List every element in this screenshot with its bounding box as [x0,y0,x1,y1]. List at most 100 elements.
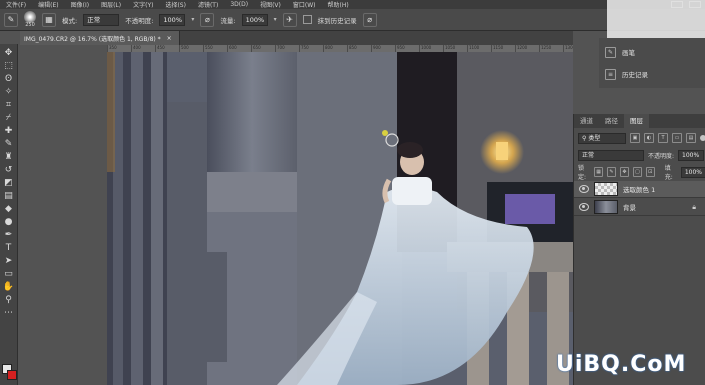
menu-image[interactable]: 图像(I) [65,0,95,9]
lock-image-icon[interactable]: ✎ [607,167,616,177]
blur-tool-icon[interactable]: ◆ [2,204,15,215]
opacity-dropdown-icon[interactable]: ▾ [191,16,194,23]
ruler-tick: 550 [203,45,213,52]
filter-pixel-icon[interactable]: ▣ [630,133,640,143]
brush-tool-icon[interactable]: ✎ [2,139,15,150]
ruler-tick: 1050 [443,45,456,52]
menu-help[interactable]: 帮助(H) [322,0,355,9]
opacity-label: 不透明度: [125,16,154,25]
eraser-tool-preset-icon[interactable]: ✎ [4,12,18,27]
ruler-tick: 400 [131,45,141,52]
horizontal-ruler: 350 400 450 500 550 600 650 700 750 800 850 900 950 1… [107,45,573,52]
ruler-tick: 1000 [419,45,432,52]
airbrush-icon[interactable]: ✈ [282,12,297,27]
move-tool-icon[interactable]: ✥ [2,48,15,59]
layer-filter-select[interactable]: ⚲ 类型 [578,132,626,144]
ruler-tick: 650 [251,45,261,52]
clone-stamp-tool-icon[interactable]: ♜ [2,152,15,163]
filter-type-icon[interactable]: T [658,133,668,143]
menu-edit[interactable]: 编辑(E) [32,0,64,9]
brush-panel-toggle-icon[interactable]: ▦ [42,12,56,27]
brush-icon: ✎ [605,46,616,58]
filter-adjustment-icon[interactable]: ◐ [644,133,654,143]
marquee-tool-icon[interactable]: ⬚ [2,61,15,72]
erase-history-checkbox[interactable] [302,15,312,24]
mode-select[interactable]: 正常 [83,13,120,26]
blend-mode-select[interactable]: 正常 [578,149,644,161]
lock-artboard-icon[interactable]: ▢ [632,167,642,177]
filter-smart-object-icon[interactable]: ▤ [686,133,696,143]
history-item-brush[interactable]: ✎ 画笔 [599,42,705,62]
hand-tool-icon[interactable]: ✋ [2,282,15,293]
ruler-tick: 350 [107,45,117,52]
photo-image [107,52,573,385]
tab-channels[interactable]: 通道 [574,114,599,128]
layer-row-background[interactable]: 背景 🔒︎ [574,199,705,216]
history-panel: ✎ 画笔 ≡ 历史记录 [599,38,705,88]
eraser-tool-icon[interactable]: ◩ [2,178,15,189]
tab-layers[interactable]: 图层 [624,114,649,128]
erase-history-label: 抹到历史记录 [317,16,357,25]
type-tool-icon[interactable]: T [2,243,15,254]
eye-icon[interactable] [579,185,589,193]
filter-toggle-icon[interactable] [700,135,705,141]
path-selection-tool-icon[interactable]: ➤ [2,256,15,267]
layer-opacity-label: 不透明度: [648,152,675,160]
tab-paths[interactable]: 路径 [599,114,624,128]
gradient-tool-icon[interactable]: ▤ [2,191,15,202]
lasso-tool-icon[interactable]: ʘ [2,74,15,85]
ruler-tick: 500 [179,45,189,52]
options-bar: ✎ 250 ▦ 模式: 正常 不透明度: 100% ▾ ⌀ 流量: 100% ▾… [0,9,705,31]
history-item-label: 历史记录 [622,71,648,79]
ruler-tick: 1250 [539,45,552,52]
flow-dropdown-icon[interactable]: ▾ [274,16,277,23]
lock-position-icon[interactable]: ✥ [619,167,629,177]
fill-label: 填充: [664,165,673,181]
brush-preset-picker[interactable]: 250 [24,11,36,28]
layer-filter-row: ⚲ 类型 ▣ ◐ T ▭ ▤ [574,132,705,144]
menu-layer[interactable]: 图层(L) [95,0,127,9]
eye-icon[interactable] [579,203,589,211]
menu-window[interactable]: 窗口(W) [287,0,322,9]
pressure-opacity-icon[interactable]: ⌀ [200,12,215,27]
filter-shape-icon[interactable]: ▭ [672,133,682,143]
menu-filter[interactable]: 滤镜(T) [192,0,224,9]
document-tab[interactable]: IMG_0479.CR2 @ 16.7% (选取颜色 1, RGB/8) * × [20,31,180,45]
menu-type[interactable]: 文字(Y) [127,0,159,9]
menu-file[interactable]: 文件(F) [0,0,32,9]
layer-opacity-field[interactable]: 100% [678,149,705,161]
lock-row: 锁定: ▦ ✎ ✥ ▢ ⊡ 填充: 100% [574,165,705,181]
lock-all-icon[interactable]: ⊡ [645,167,655,177]
pen-tool-icon[interactable]: ✒ [2,230,15,241]
pressure-size-icon[interactable]: ⌀ [362,12,377,27]
shape-tool-icon[interactable]: ▭ [2,269,15,280]
ruler-tick: 900 [371,45,381,52]
more-tools-icon[interactable]: ⋯ [2,308,15,319]
fill-field[interactable]: 100% [680,166,705,178]
layer-name: 背景 [623,204,636,212]
background-color-swatch[interactable] [7,370,17,380]
close-icon[interactable]: × [167,35,172,42]
quick-select-tool-icon[interactable]: ✧ [2,87,15,98]
ruler-tick: 800 [323,45,333,52]
history-brush-tool-icon[interactable]: ↺ [2,165,15,176]
menu-view[interactable]: 视图(V) [254,0,287,9]
opacity-field[interactable]: 100% [159,13,186,26]
dodge-tool-icon[interactable]: ● [2,217,15,228]
history-item-history[interactable]: ≡ 历史记录 [599,64,705,84]
layers-panel: 通道 路径 图层 ⚲ 类型 ▣ ◐ T ▭ ▤ 正常 不透明度: 100% 锁定… [573,114,705,385]
eyedropper-tool-icon[interactable]: ⌿ [2,113,15,124]
layer-row-selective-color[interactable]: 选取颜色 1 [574,181,705,198]
zoom-tool-icon[interactable]: ⚲ [2,295,15,306]
brush-size-readout: 250 [25,22,35,28]
document-canvas[interactable] [107,52,573,385]
healing-brush-tool-icon[interactable]: ✚ [2,126,15,137]
history-item-label: 画笔 [622,49,635,57]
layer-thumbnail [594,182,618,196]
lock-transparent-icon[interactable]: ▦ [594,167,604,177]
flow-field[interactable]: 100% [241,13,268,26]
menu-select[interactable]: 选择(S) [159,0,192,9]
crop-tool-icon[interactable]: ⌗ [2,100,15,111]
ruler-tick: 1300 [563,45,573,52]
menu-3d[interactable]: 3D(D) [224,1,254,8]
